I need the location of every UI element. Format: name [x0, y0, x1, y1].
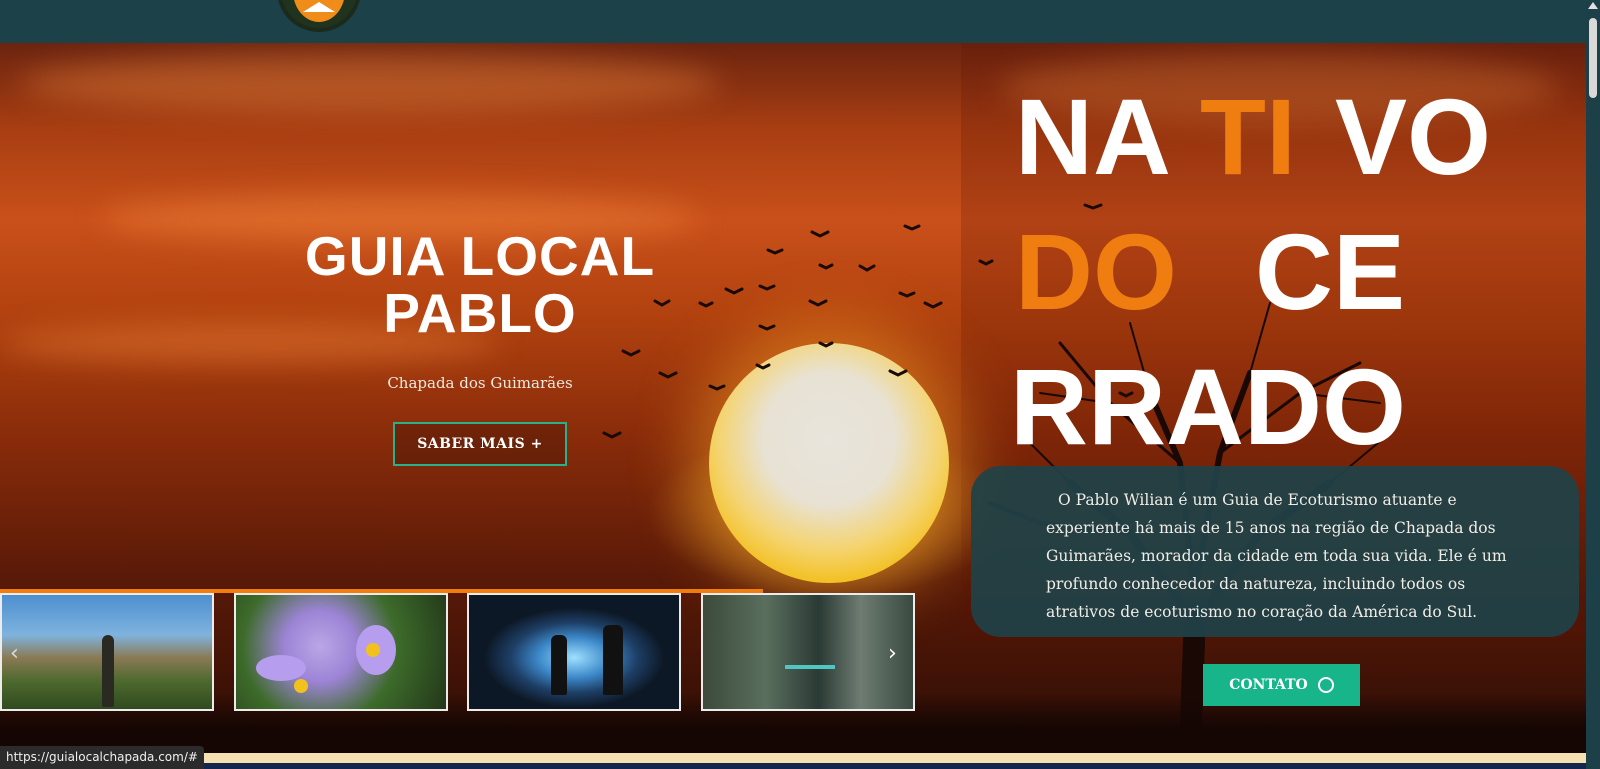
person-silhouette: [551, 635, 567, 695]
scroll-up-arrow-icon[interactable]: [1588, 2, 1598, 9]
whatsapp-icon: [1317, 677, 1334, 693]
contato-label: CONTATO: [1229, 677, 1308, 693]
headline-word-na: NA: [1015, 76, 1171, 197]
footer-strip: [186, 753, 1600, 763]
flower-center: [294, 679, 308, 693]
carousel-item-flowers[interactable]: [234, 593, 448, 711]
hero-title-line2: PABLO: [383, 282, 577, 344]
person-silhouette: [102, 635, 114, 707]
hero-section: GUIA LOCAL PABLO Chapada dos Guimarães S…: [0, 43, 1600, 753]
carousel-item-canyon[interactable]: [701, 593, 915, 711]
headline-word-ce: CE: [1255, 211, 1406, 332]
hero-title-line1: GUIA LOCAL: [304, 225, 656, 287]
person-silhouette: [603, 625, 623, 695]
hero-intro: GUIA LOCAL PABLO Chapada dos Guimarães S…: [250, 228, 710, 466]
carousel-item-cave[interactable]: [467, 593, 681, 711]
carousel-next-arrow-icon[interactable]: ›: [888, 641, 897, 666]
water-reflection: [785, 665, 835, 669]
headline-word-ti: TI: [1200, 76, 1296, 197]
headline-word-do: DO: [1015, 211, 1177, 332]
headline-word-rrado: RRADO: [1010, 346, 1406, 467]
hero-subtitle: Chapada dos Guimarães: [387, 374, 573, 392]
logo-mountain-icon: [303, 2, 335, 12]
footer-strip-dark: [186, 763, 1600, 769]
about-text: O Pablo Wilian é um Guia de Ecoturismo a…: [1046, 491, 1507, 621]
carousel-prev-arrow-icon[interactable]: ‹: [10, 641, 19, 666]
page-scrollbar[interactable]: [1586, 0, 1600, 769]
carousel-item-mountain[interactable]: [0, 593, 214, 711]
flower-center: [366, 643, 380, 657]
photo-carousel: ‹ ›: [0, 593, 915, 711]
about-card: O Pablo Wilian é um Guia de Ecoturismo a…: [971, 466, 1579, 637]
top-navigation-bar: [0, 0, 1600, 43]
flower-petal: [256, 655, 306, 681]
headline-word-vo: VO: [1335, 76, 1492, 197]
scrollbar-thumb[interactable]: [1589, 18, 1597, 98]
hero-title: GUIA LOCAL PABLO: [250, 228, 710, 342]
site-logo[interactable]: [277, 0, 361, 32]
saber-mais-button[interactable]: SABER MAIS +: [393, 422, 567, 466]
contato-button[interactable]: CONTATO: [1203, 664, 1360, 706]
browser-status-url: https://guialocalchapada.com/#: [0, 746, 204, 769]
